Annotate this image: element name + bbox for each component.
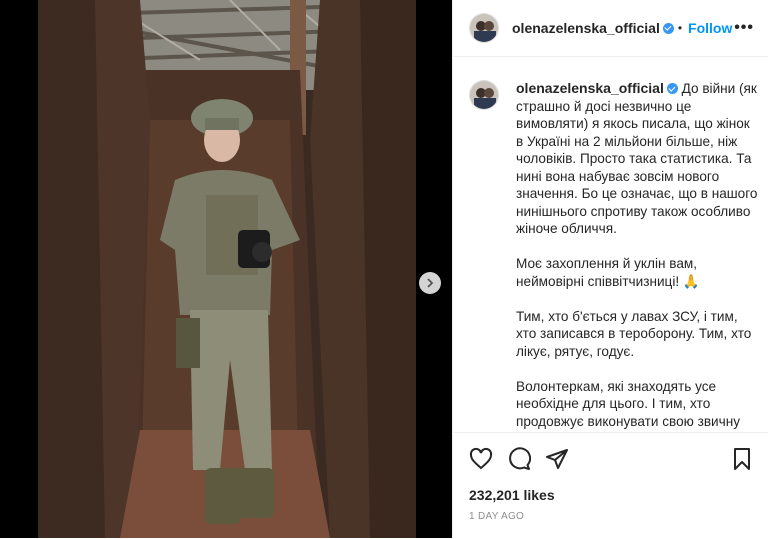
avatar-image [470, 14, 498, 42]
post-actions: 232,201 likes 1 DAY AGO [453, 432, 768, 539]
instagram-post: olenazelenska_official • Follow ••• olen… [0, 0, 768, 538]
caption-paragraph-2: Моє захоплення й уклін вам, неймовірні с… [516, 256, 700, 289]
caption-username[interactable]: olenazelenska_official [516, 80, 664, 96]
post-timestamp[interactable]: 1 DAY AGO [469, 511, 524, 522]
avatar-image [470, 81, 498, 109]
chevron-right-icon [427, 278, 434, 288]
heart-icon[interactable] [469, 447, 493, 471]
verified-badge-icon [666, 83, 678, 94]
bookmark-icon[interactable] [730, 447, 754, 471]
verified-badge-icon [662, 22, 674, 34]
post-header: olenazelenska_official • Follow ••• [453, 0, 768, 57]
caption-paragraph: olenazelenska_official До війни (як стра… [516, 80, 759, 238]
separator-dot: • [677, 21, 683, 35]
caption-avatar[interactable] [469, 80, 499, 110]
caption-paragraph-4: Волонтеркам, які знаходять усе необхідне… [516, 378, 741, 433]
post-photo[interactable] [0, 0, 452, 538]
follow-button[interactable]: Follow [688, 20, 732, 36]
photo-soldier-in-trench [0, 0, 452, 538]
avatar[interactable] [469, 13, 499, 43]
post-caption: olenazelenska_official До війни (як стра… [469, 80, 759, 432]
more-options-icon[interactable]: ••• [734, 19, 754, 37]
caption-paragraph-3: Тим, хто б'ється у лавах ЗСУ, і тим, хто… [516, 308, 752, 359]
post-sidebar: olenazelenska_official • Follow ••• olen… [452, 0, 768, 538]
share-icon[interactable] [545, 447, 569, 471]
likes-count[interactable]: 232,201 likes [469, 487, 555, 503]
caption-text: olenazelenska_official До війни (як стра… [516, 80, 759, 432]
action-icons [469, 447, 754, 473]
caption-paragraph-1: До війни (як страшно й досі незвично це … [516, 81, 758, 236]
comment-icon[interactable] [507, 447, 531, 471]
header-username[interactable]: olenazelenska_official [512, 20, 660, 36]
next-photo-button[interactable] [419, 272, 441, 294]
